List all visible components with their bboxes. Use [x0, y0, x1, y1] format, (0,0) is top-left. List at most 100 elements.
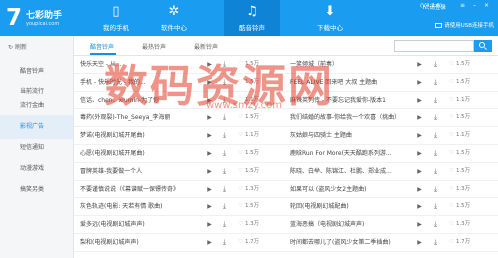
- ringtone-name[interactable]: 毒药(外观裂)-The_Seeya_李海丽: [80, 109, 204, 127]
- like-count[interactable]: ♡ 1.7万: [238, 234, 259, 252]
- ringtone-name[interactable]: 灰色轨迹(电影: 天若有情 歌曲): [80, 198, 204, 216]
- nav-software-center[interactable]: ✲ 软件中心: [146, 0, 202, 36]
- ringtone-name[interactable]: 蓝海恶搞（电视剧幻城声声): [290, 216, 414, 234]
- ringtone-name[interactable]: FEEL ALIVE 回来吧 大叔 主题曲: [290, 74, 414, 92]
- play-icon[interactable]: ▶: [205, 127, 214, 145]
- play-icon[interactable]: ▶: [205, 145, 214, 163]
- menu-icon[interactable]: ≡: [458, 2, 467, 10]
- like-count[interactable]: ♡ 1.5万: [238, 109, 259, 127]
- download-icon[interactable]: ⤓: [431, 74, 440, 92]
- like-count[interactable]: ♡ 1.5万: [449, 145, 470, 163]
- download-icon[interactable]: ⤓: [431, 109, 440, 127]
- like-count[interactable]: ♡ 1.1万: [449, 127, 470, 145]
- nav-my-phone[interactable]: ▯ 我的手机: [88, 0, 144, 36]
- play-icon[interactable]: ▶: [415, 181, 424, 199]
- usb-hint[interactable]: 请使用USB连接手机: [435, 21, 494, 29]
- ringtone-name[interactable]: 麻辣英列传 - 不要忘记我爱你-版本1: [290, 92, 414, 110]
- nav-download-center[interactable]: ⬇ 下载中心: [302, 0, 358, 36]
- play-icon[interactable]: ▶: [415, 56, 424, 74]
- like-count[interactable]: ♡ 1.5万: [238, 198, 259, 216]
- download-icon[interactable]: ⤓: [220, 92, 229, 110]
- tab-newest[interactable]: 最新铃声: [194, 42, 218, 51]
- download-icon[interactable]: ⤓: [220, 127, 229, 145]
- play-icon[interactable]: ▶: [415, 163, 424, 181]
- download-icon[interactable]: ⤓: [220, 198, 229, 216]
- play-icon[interactable]: ▶: [415, 145, 424, 163]
- like-count[interactable]: ♡ 1.3万: [449, 181, 470, 199]
- sidebar-item-funny[interactable]: 搞笑另类: [0, 178, 73, 202]
- play-icon[interactable]: ▶: [205, 216, 214, 234]
- download-icon[interactable]: ⤓: [220, 163, 229, 181]
- like-count[interactable]: ♡ 1.1万: [449, 92, 470, 110]
- download-icon[interactable]: ⤓: [431, 198, 440, 216]
- ringtone-name[interactable]: 鹿晗Run For More(天天酷跑系列游...: [290, 145, 414, 163]
- like-count[interactable]: ♡ 1.1万: [238, 127, 259, 145]
- like-count[interactable]: ♡ 1.5万: [449, 163, 470, 181]
- ringtone-name[interactable]: 心愿(电视剧幻城开尾曲): [80, 145, 204, 163]
- ringtone-name[interactable]: 我们结婚的故事-你给我一个欢喜（挑曲）: [290, 109, 414, 127]
- ringtone-name[interactable]: 手机 - 快乐时光 - 我的...: [80, 74, 204, 92]
- play-icon[interactable]: ▶: [415, 92, 424, 110]
- ringtone-name[interactable]: 冒牌英雄-我要做一个人: [80, 163, 204, 181]
- download-icon[interactable]: ⤓: [220, 181, 229, 199]
- download-icon[interactable]: ⤓: [431, 163, 440, 181]
- play-icon[interactable]: ▶: [205, 198, 214, 216]
- search-button[interactable]: [474, 40, 492, 52]
- tab-hottest[interactable]: 最热铃声: [142, 42, 166, 51]
- play-icon[interactable]: ▶: [205, 74, 214, 92]
- ringtone-name[interactable]: 不要谨慎说说（《幕谱赋一保镖传奇》: [80, 181, 204, 199]
- ringtone-name[interactable]: 灰姑娘与四骑士 主题曲: [290, 127, 414, 145]
- like-count[interactable]: ♡ 1.3万: [238, 181, 259, 199]
- like-count[interactable]: ♡ 1.3万: [238, 216, 259, 234]
- ringtone-name[interactable]: 梨和(电视剧幻城声声): [80, 234, 204, 252]
- nav-ringtones[interactable]: ♫ 酷音铃声: [224, 0, 280, 36]
- download-icon[interactable]: ⤓: [431, 234, 440, 252]
- download-icon[interactable]: ⤓: [431, 145, 440, 163]
- play-icon[interactable]: ▶: [415, 109, 424, 127]
- ringtone-name[interactable]: 信话、chen、xiumin-为了你: [80, 92, 204, 110]
- play-icon[interactable]: ▶: [415, 216, 424, 234]
- download-icon[interactable]: ⤓: [431, 56, 440, 74]
- like-count[interactable]: ♡ 1.5万: [449, 109, 470, 127]
- close-icon[interactable]: ×: [482, 2, 491, 10]
- like-count[interactable]: ♡ 1.1万: [238, 92, 259, 110]
- like-count[interactable]: ♡ 1.5万: [238, 56, 259, 74]
- play-icon[interactable]: ▶: [205, 109, 214, 127]
- ringtone-name[interactable]: 时间都去哪儿了(盗风少女第二季插曲): [290, 234, 414, 252]
- like-count[interactable]: ♡ 1.5万: [449, 56, 470, 74]
- download-icon[interactable]: ⤓: [220, 74, 229, 92]
- like-count[interactable]: ♡ 1.7万: [449, 234, 470, 252]
- like-count[interactable]: ♡ 1.5万: [238, 74, 259, 92]
- play-icon[interactable]: ▶: [205, 234, 214, 252]
- ringtone-name[interactable]: 陈晓、白举、陈锦江、杜鹏、郑业成...: [290, 163, 414, 181]
- tab-kuyin[interactable]: 酷音铃声: [90, 42, 114, 51]
- play-icon[interactable]: ▶: [205, 92, 214, 110]
- play-icon[interactable]: ▶: [415, 74, 424, 92]
- like-count[interactable]: ♡ 1.3万: [449, 216, 470, 234]
- ringtone-name[interactable]: 爱多远(电视剧幻城声声): [80, 216, 204, 234]
- ringtone-name[interactable]: 快乐天空 - 从...: [80, 56, 204, 74]
- ringtone-name[interactable]: 一笑倾城（前奏）: [290, 56, 414, 74]
- play-icon[interactable]: ▶: [205, 163, 214, 181]
- refresh-button[interactable]: ↻ 刷新: [8, 42, 27, 51]
- download-icon[interactable]: ⤓: [220, 56, 229, 74]
- like-count[interactable]: ♡ 1.5万: [449, 74, 470, 92]
- play-icon[interactable]: ▶: [205, 56, 214, 74]
- ringtone-name[interactable]: 如果可以 (盗风少女2主题曲): [290, 181, 414, 199]
- search-input[interactable]: [394, 40, 474, 52]
- download-icon[interactable]: ⤓: [431, 216, 440, 234]
- download-icon[interactable]: ⤓: [431, 92, 440, 110]
- minimize-icon[interactable]: –: [470, 2, 479, 10]
- play-icon[interactable]: ▶: [415, 234, 424, 252]
- download-icon[interactable]: ⤓: [431, 181, 440, 199]
- like-count[interactable]: ♡ 1.5万: [238, 145, 259, 163]
- download-icon[interactable]: ⤓: [220, 216, 229, 234]
- play-icon[interactable]: ▶: [205, 181, 214, 199]
- download-icon[interactable]: ⤓: [431, 127, 440, 145]
- ringtone-name[interactable]: 轮回(电视剧幻城配曲): [290, 198, 414, 216]
- like-count[interactable]: ♡ 1.5万: [449, 198, 470, 216]
- like-count[interactable]: ♡ 1.5万: [238, 163, 259, 181]
- download-icon[interactable]: ⤓: [220, 109, 229, 127]
- play-icon[interactable]: ▶: [415, 198, 424, 216]
- ringtone-name[interactable]: 梦诺(电视剧幻城开尾曲): [80, 127, 204, 145]
